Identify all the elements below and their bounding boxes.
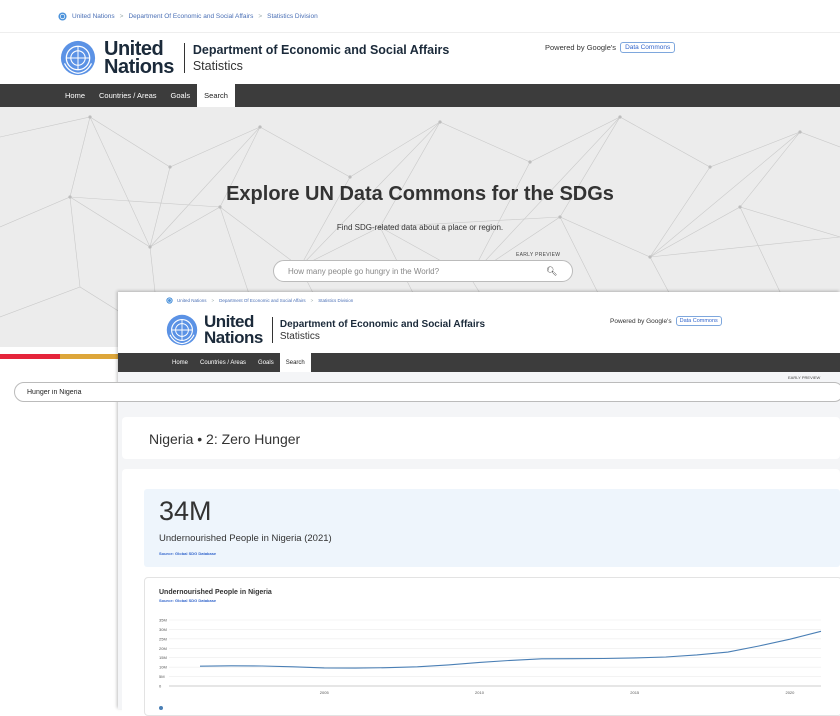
breadcrumb-link-un[interactable]: United Nations [72,13,115,20]
early-preview-badge: EARLY PREVIEW [516,252,560,258]
logo-divider [184,43,185,73]
stripe-segment [60,354,120,359]
x-tick-label: 2005 [320,690,330,695]
logo-divider [272,317,273,343]
un-logo[interactable]: United Nations Department of Economic an… [60,38,449,78]
breadcrumb-link-statistics[interactable]: Statistics Division [318,298,353,303]
front-page: United Nations > Department Of Economic … [118,292,840,709]
powered-by-text: Powered by Google's [610,318,672,325]
y-tick-label: 20M [159,646,167,651]
nav-goals[interactable]: Goals [252,353,280,372]
x-tick-label: 2020 [785,690,795,695]
series-line [200,631,821,668]
breadcrumb-link-desa[interactable]: Department Of Economic and Social Affair… [219,298,305,303]
nav-home[interactable]: Home [166,353,194,372]
department-subtitle: Statistics [193,59,450,73]
nav-countries-areas[interactable]: Countries / Areas [92,84,164,107]
place-topic-title: Nigeria • 2: Zero Hunger [149,431,300,447]
breadcrumb: United Nations > Department Of Economic … [118,292,840,308]
results-search-bar [14,382,840,402]
y-tick-label: 35M [159,618,167,623]
breadcrumb-link-statistics[interactable]: Statistics Division [267,13,318,20]
nav-home[interactable]: Home [58,84,92,107]
x-tick-label: 2010 [475,690,485,695]
un-wordmark: United Nations [104,40,174,77]
un-emblem-icon [166,297,173,304]
results-area: EARLY PREVIEW Nigeria • 2: Zero Hunger 3… [118,372,840,709]
logo-line-2: Nations [104,58,174,76]
powered-by: Powered by Google's Data Commons [610,316,722,326]
highlight-source: Source: Global SDG Database [159,551,216,556]
results-search-input[interactable] [25,388,729,397]
place-header-card: Nigeria • 2: Zero Hunger [122,417,840,459]
un-emblem-icon [60,40,96,76]
nav-search[interactable]: Search [197,84,235,107]
nav-goals[interactable]: Goals [164,84,198,107]
breadcrumb-link-desa[interactable]: Department Of Economic and Social Affair… [128,13,253,20]
un-emblem-icon [58,12,67,21]
department-name: Department of Economic and Social Affair… [280,319,485,342]
legend-swatch [159,706,163,710]
data-commons-link[interactable]: Data Commons [676,316,722,326]
department-subtitle: Statistics [280,331,485,342]
nav-search[interactable]: Search [280,353,311,372]
department-name: Department of Economic and Social Affair… [193,43,450,73]
topic-card: 34M Undernourished People in Nigeria (20… [122,469,840,714]
powered-by: Powered by Google's Data Commons [545,42,675,53]
breadcrumb-separator: > [311,298,314,303]
search-icon[interactable]: 🔍︎ [546,266,557,277]
logo-line-2: Nations [204,330,263,346]
breadcrumb-separator: > [120,13,124,20]
early-preview-badge: EARLY PREVIEW [788,375,820,380]
powered-by-text: Powered by Google's [545,43,616,52]
hero-title: Explore UN Data Commons for the SDGs [0,183,840,206]
source-label: Source: [159,551,174,556]
breadcrumb-separator: > [258,13,262,20]
stripe-segment [0,354,60,359]
breadcrumb: United Nations > Department Of Economic … [0,0,840,33]
source-link[interactable]: Global SDG Database [175,551,216,556]
breadcrumb-link-un[interactable]: United Nations [177,298,207,303]
x-tick-label: 2015 [630,690,640,695]
data-commons-link[interactable]: Data Commons [620,42,675,53]
main-nav: Home Countries / Areas Goals Search [0,84,840,107]
highlight-description: Undernourished People in Nigeria (2021) [159,533,332,544]
un-emblem-icon [166,314,198,346]
breadcrumb-separator: > [212,298,215,303]
main-nav: Home Countries / Areas Goals Search [118,353,840,372]
y-tick-label: 30M [159,627,167,632]
y-tick-label: 0 [159,684,162,689]
hero-search-bar: 🔍︎ [273,260,573,282]
hero-search-input[interactable] [286,266,540,277]
line-chart-card: Undernourished People in Nigeria Source:… [144,577,840,716]
line-chart: 0 5M 10M 15M 20M 25M 30M 35M 2005 2010 2015 2020 [145,578,840,715]
highlight-stat: 34M Undernourished People in Nigeria (20… [144,489,840,567]
highlight-value: 34M [159,496,212,527]
department-title: Department of Economic and Social Affair… [193,43,450,57]
y-tick-label: 25M [159,636,167,641]
un-logo[interactable]: United Nations Department of Economic an… [166,312,485,348]
un-wordmark: United Nations [204,314,263,345]
hero-subtitle: Find SDG-related data about a place or r… [0,223,840,232]
y-tick-label: 15M [159,655,167,660]
y-tick-label: 5M [159,674,165,679]
nav-countries-areas[interactable]: Countries / Areas [194,353,252,372]
department-title: Department of Economic and Social Affair… [280,319,485,330]
y-tick-label: 10M [159,665,167,670]
